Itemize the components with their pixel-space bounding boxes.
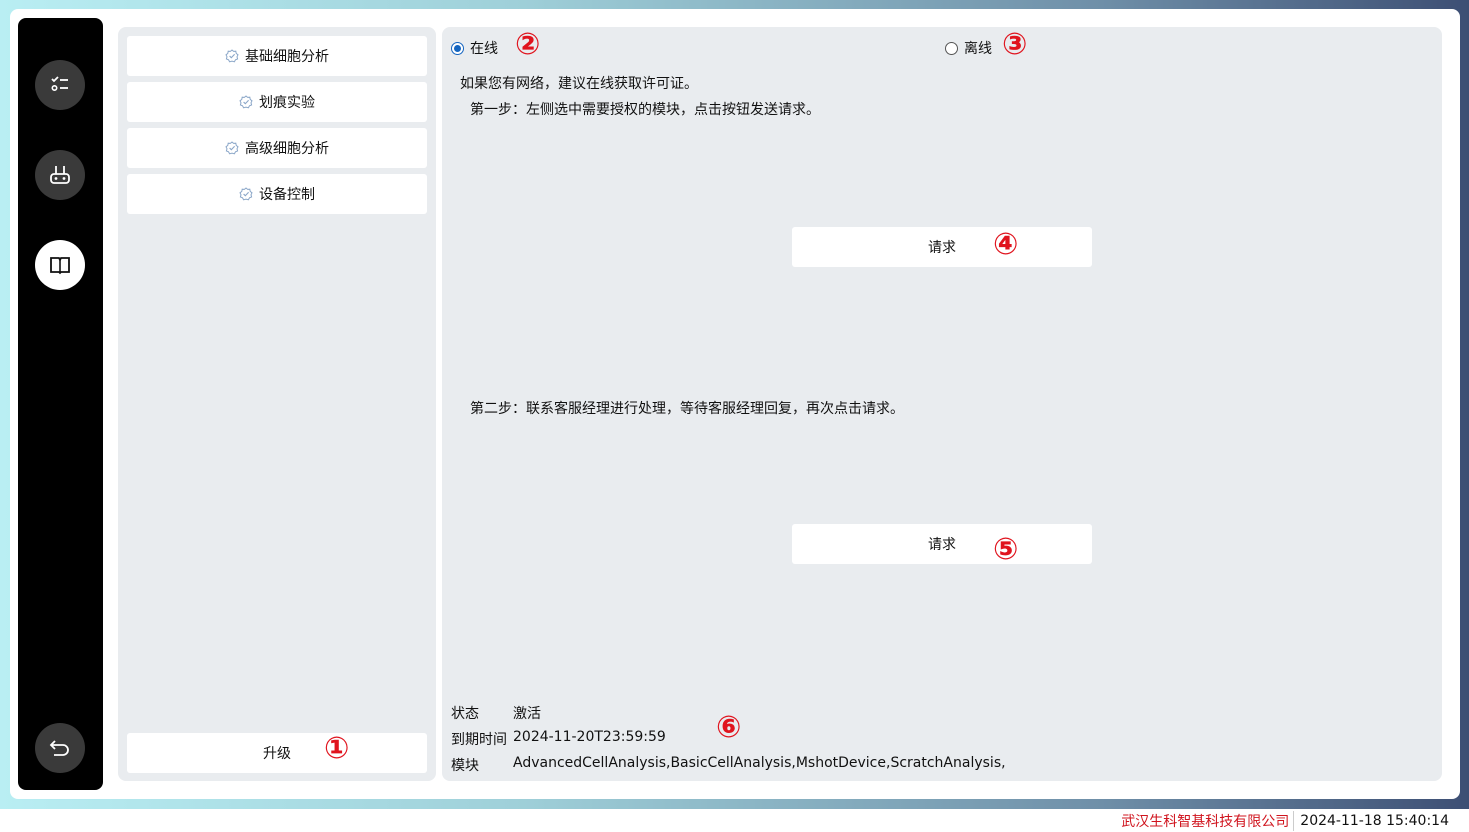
- modules-row: 模块 AdvancedCellAnalysis,BasicCellAnalysi…: [451, 755, 1006, 775]
- module-item-device-control[interactable]: 设备控制: [127, 174, 427, 214]
- callout-marker-3: ③: [1002, 27, 1028, 62]
- step2-text: 第二步：联系客服经理进行处理，等待客服经理回复，再次点击请求。: [470, 401, 904, 417]
- module-label: 高级细胞分析: [245, 141, 329, 157]
- nav-rail: [18, 18, 103, 790]
- modules-value: AdvancedCellAnalysis,BasicCellAnalysis,M…: [513, 755, 1006, 771]
- status-value: 激活: [513, 706, 541, 722]
- module-item-scratch[interactable]: 划痕实验: [127, 82, 427, 122]
- badge-check-icon: [239, 95, 253, 109]
- callout-marker-4: ④: [993, 227, 1019, 262]
- book-icon: [50, 257, 70, 275]
- badge-check-icon: [225, 49, 239, 63]
- expiry-value: 2024-11-20T23:59:59: [513, 729, 666, 745]
- online-label: 在线: [470, 41, 498, 57]
- offline-label: 离线: [964, 41, 992, 57]
- nav-device-button[interactable]: [35, 150, 85, 200]
- upgrade-button[interactable]: 升级: [127, 733, 427, 773]
- main-window: 基础细胞分析 划痕实验 高级细胞分析 设备控制 升级 ① 在线 ② 离线 ③ 如…: [10, 9, 1460, 799]
- callout-marker-5: ⑤: [993, 532, 1019, 567]
- license-panel: 在线 ② 离线 ③ 如果您有网络，建议在线获取许可证。 第一步：左侧选中需要授权…: [442, 27, 1442, 781]
- request-button-step1[interactable]: 请求: [792, 227, 1092, 267]
- expiry-row: 到期时间 2024-11-20T23:59:59: [451, 729, 666, 749]
- back-icon: [49, 740, 69, 756]
- badge-check-icon: [239, 187, 253, 201]
- online-radio[interactable]: 在线: [451, 38, 498, 58]
- offline-radio[interactable]: 离线: [945, 38, 992, 58]
- company-name: 武汉生科智基科技有限公司: [1121, 810, 1295, 831]
- module-item-advanced-cell[interactable]: 高级细胞分析: [127, 128, 427, 168]
- status-key: 状态: [451, 706, 479, 722]
- callout-marker-2: ②: [515, 27, 541, 62]
- nav-tasks-button[interactable]: [35, 60, 85, 110]
- status-footer: 武汉生科智基科技有限公司 2024-11-18 15:40:14: [0, 809, 1469, 832]
- intro-text: 如果您有网络，建议在线获取许可证。: [460, 76, 698, 92]
- module-label: 划痕实验: [259, 95, 315, 111]
- status-row: 状态 激活: [451, 703, 541, 723]
- robot-icon: [50, 166, 70, 184]
- checklist-icon: [51, 76, 68, 92]
- callout-marker-1: ①: [324, 731, 350, 766]
- module-label: 基础细胞分析: [245, 49, 329, 65]
- nav-license-button[interactable]: [35, 240, 85, 290]
- modules-key: 模块: [451, 758, 479, 774]
- request-button-step2[interactable]: 请求: [792, 524, 1092, 564]
- radio-dot-checked: [451, 41, 464, 55]
- badge-check-icon: [225, 141, 239, 155]
- module-item-basic-cell[interactable]: 基础细胞分析: [127, 36, 427, 76]
- datetime-display: 2024-11-18 15:40:14: [1300, 812, 1449, 829]
- callout-marker-6: ⑥: [716, 710, 742, 745]
- radio-dot-unchecked: [945, 41, 958, 55]
- module-label: 设备控制: [259, 187, 315, 203]
- module-list-panel: 基础细胞分析 划痕实验 高级细胞分析 设备控制 升级 ①: [118, 27, 436, 781]
- nav-back-button[interactable]: [35, 723, 85, 773]
- expiry-key: 到期时间: [451, 732, 507, 748]
- step1-text: 第一步：左侧选中需要授权的模块，点击按钮发送请求。: [470, 102, 820, 118]
